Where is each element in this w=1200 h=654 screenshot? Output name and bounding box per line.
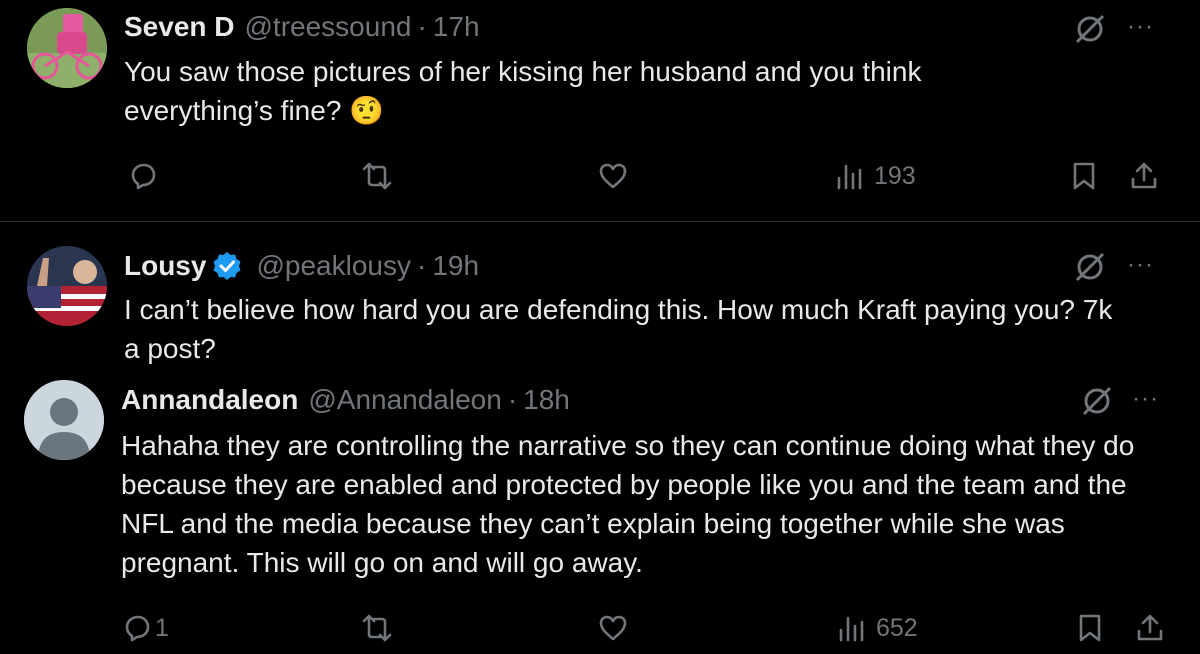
share-icon: [1137, 614, 1163, 641]
tweet-text: Hahaha they are controlling the narrativ…: [121, 430, 1135, 578]
verified-badge-icon: [213, 252, 241, 280]
retweet-button[interactable]: [361, 160, 393, 192]
share-button[interactable]: [1134, 612, 1166, 644]
timestamp[interactable]: 18h: [523, 384, 570, 416]
bookmark-button[interactable]: [1068, 160, 1100, 192]
separator: ·: [416, 250, 427, 281]
tweet-header: Annandaleon @Annandaleon · 18h: [121, 384, 570, 416]
views-button[interactable]: 193: [834, 160, 916, 192]
display-name[interactable]: Lousy: [124, 250, 206, 282]
views-button[interactable]: 652: [836, 612, 918, 644]
views-count: 652: [876, 613, 918, 642]
timestamp[interactable]: 19h: [432, 250, 479, 282]
grok-icon[interactable]: [1073, 250, 1107, 284]
views-count: 193: [874, 161, 916, 190]
grok-icon[interactable]: [1073, 12, 1107, 46]
retweet-icon: [362, 162, 392, 190]
reply-count: 1: [155, 613, 169, 642]
tweet-annandaleon[interactable]: Annandaleon @Annandaleon · 18h ··· Hahah…: [0, 372, 1200, 654]
avatar[interactable]: [24, 380, 104, 460]
like-icon: [599, 163, 627, 189]
avatar[interactable]: [27, 246, 107, 326]
user-handle[interactable]: @peaklousy: [256, 250, 411, 282]
share-button[interactable]: [1128, 160, 1160, 192]
more-icon[interactable]: ···: [1127, 253, 1154, 277]
reply-icon: [131, 163, 156, 190]
share-icon: [1131, 162, 1157, 189]
tweet-header: Lousy @peaklousy · 19h: [124, 250, 479, 282]
tweet-seven-d[interactable]: Seven D @treessound · 17h ··· You saw th…: [0, 0, 1200, 221]
retweet-button[interactable]: [361, 612, 393, 644]
user-handle[interactable]: @Annandaleon: [308, 384, 501, 416]
bookmark-icon: [1073, 162, 1095, 190]
timestamp[interactable]: 17h: [433, 11, 480, 43]
tweet-header: Seven D @treessound · 17h: [124, 11, 480, 43]
tweet-lousy[interactable]: Lousy @peaklousy · 19h ··· I can’t belie…: [0, 222, 1200, 372]
views-icon: [837, 164, 862, 190]
separator: ·: [417, 11, 427, 42]
grok-icon[interactable]: [1080, 384, 1114, 418]
more-icon[interactable]: ···: [1132, 387, 1159, 411]
display-name[interactable]: Seven D: [124, 11, 235, 43]
reply-button[interactable]: [127, 160, 167, 192]
more-icon[interactable]: ···: [1127, 15, 1154, 39]
like-button[interactable]: [597, 160, 629, 192]
tweet-text: You saw those pictures of her kissing he…: [124, 56, 922, 126]
bookmark-button[interactable]: [1074, 612, 1106, 644]
retweet-icon: [362, 614, 392, 642]
display-name[interactable]: Annandaleon: [121, 384, 298, 416]
like-button[interactable]: [597, 612, 629, 644]
avatar[interactable]: [27, 8, 107, 88]
tweet-text: I can’t believe how hard you are defendi…: [124, 294, 1113, 364]
reply-icon: [125, 615, 150, 642]
user-handle[interactable]: @treessound: [245, 11, 412, 43]
separator: ·: [507, 384, 518, 415]
views-icon: [839, 616, 864, 642]
bookmark-icon: [1079, 614, 1101, 642]
reply-button[interactable]: 1: [121, 612, 169, 644]
like-icon: [599, 615, 627, 641]
